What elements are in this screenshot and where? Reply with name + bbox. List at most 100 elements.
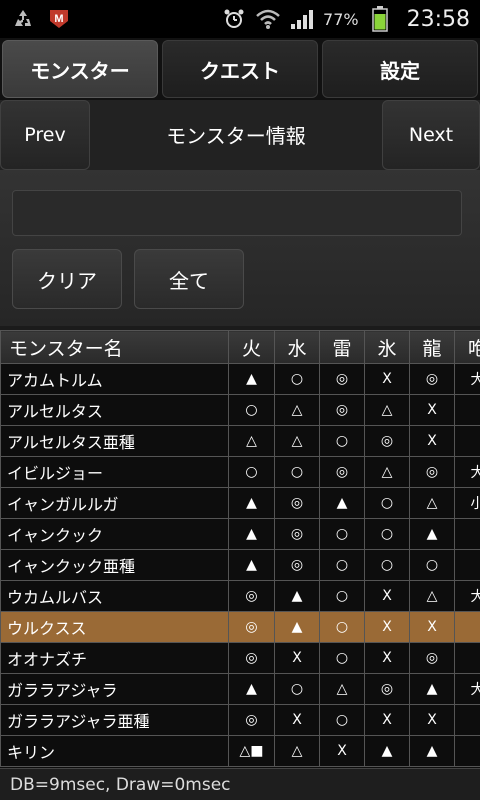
alarm-icon: [221, 7, 247, 31]
monster-name-cell: オオナズチ: [0, 642, 229, 674]
header-name[interactable]: モンスター名: [0, 330, 229, 364]
weakness-cell: [454, 518, 480, 550]
monster-table[interactable]: モンスター名 火 水 雷 氷 龍 咆 アカムトルム▲○◎X◎大アルセルタス○△◎…: [0, 330, 480, 768]
weakness-cell: △: [409, 487, 455, 519]
weakness-cell: [454, 425, 480, 457]
weakness-cell: 大: [454, 363, 480, 395]
battery-percent: 77%: [323, 9, 359, 29]
svg-text:M: M: [54, 13, 63, 25]
monster-name-cell: ウルクスス: [0, 611, 229, 643]
weakness-cell: X: [274, 642, 320, 674]
table-row[interactable]: イャンガルルガ▲◎▲○△小: [0, 487, 480, 519]
header-fire[interactable]: 火: [228, 330, 275, 364]
weakness-cell: ○: [319, 580, 365, 612]
prev-button[interactable]: Prev: [0, 100, 90, 170]
weakness-cell: ◎: [228, 611, 275, 643]
weakness-cell: X: [409, 704, 455, 736]
monster-name-cell: キリン: [0, 735, 229, 767]
all-button[interactable]: 全て: [134, 249, 244, 309]
table-row[interactable]: アルセルタス亜種 △ △ ○ ◎ X: [0, 425, 480, 457]
weakness-cell: △: [274, 394, 320, 426]
search-input[interactable]: [12, 190, 462, 236]
header-dragon[interactable]: 龍: [409, 330, 455, 364]
signal-icon: [289, 7, 315, 31]
weakness-cell: ○: [319, 549, 365, 581]
weakness-cell: ◎: [274, 518, 320, 550]
weakness-cell: X: [409, 611, 455, 643]
table-row[interactable]: イャンクック ▲ ◎ ○ ○ ▲: [0, 518, 480, 550]
weakness-cell: ▲: [274, 611, 320, 643]
debug-status: DB=9msec, Draw=0msec: [0, 768, 480, 800]
weakness-cell: ○: [274, 363, 320, 395]
tab-monster[interactable]: モンスター: [2, 40, 158, 98]
table-row[interactable]: ウルクスス ◎ ▲ ○ X X: [0, 611, 480, 643]
tab-bar: モンスター クエスト 設定: [0, 38, 480, 100]
battery-icon: [367, 6, 393, 32]
weakness-cell: X: [364, 642, 410, 674]
weakness-cell: [454, 549, 480, 581]
weakness-cell: X: [364, 704, 410, 736]
table-row[interactable]: イャンクック亜種 ▲ ◎ ○ ○ ○: [0, 549, 480, 581]
weakness-cell: 大: [454, 580, 480, 612]
weakness-cell: ◎: [274, 549, 320, 581]
monster-name-cell: イビルジョー: [0, 456, 229, 488]
weakness-cell: X: [364, 611, 410, 643]
weakness-cell: ▲: [228, 673, 275, 705]
table-row[interactable]: キリン △■ △ X ▲ ▲: [0, 735, 480, 767]
weakness-cell: △■: [228, 735, 275, 767]
monster-name-cell: イャンガルルガ: [0, 487, 229, 519]
weakness-cell: ▲: [274, 580, 320, 612]
weakness-cell: ○: [364, 518, 410, 550]
weakness-cell: X: [409, 394, 455, 426]
clear-button[interactable]: クリア: [12, 249, 122, 309]
weakness-cell: ▲: [228, 363, 275, 395]
weakness-cell: △: [364, 456, 410, 488]
wifi-icon: [255, 7, 281, 31]
header-water[interactable]: 水: [274, 330, 320, 364]
weakness-cell: ◎: [319, 394, 365, 426]
weakness-cell: △: [228, 425, 275, 457]
tab-quest[interactable]: クエスト: [162, 40, 318, 98]
weakness-cell: [454, 704, 480, 736]
monster-name-cell: アカムトルム: [0, 363, 229, 395]
table-row[interactable]: ウカムルバス◎▲○X△大: [0, 580, 480, 612]
weakness-cell: ▲: [228, 518, 275, 550]
weakness-cell: ○: [364, 487, 410, 519]
weakness-cell: ○: [274, 456, 320, 488]
table-row[interactable]: オオナズチ ◎ X ○ X ◎: [0, 642, 480, 674]
weakness-cell: ◎: [228, 580, 275, 612]
weakness-cell: 大: [454, 456, 480, 488]
weakness-cell: ▲: [409, 518, 455, 550]
header-roar[interactable]: 咆: [454, 330, 480, 364]
weakness-cell: ◎: [364, 673, 410, 705]
table-row[interactable]: アルセルタス ○ △ ◎ △ X: [0, 394, 480, 426]
status-bar: M 77% 23:58: [0, 0, 480, 38]
weakness-cell: ◎: [364, 425, 410, 457]
weakness-cell: [454, 735, 480, 767]
header-thunder[interactable]: 雷: [319, 330, 365, 364]
weakness-cell: ○: [319, 611, 365, 643]
weakness-cell: ▲: [409, 673, 455, 705]
weakness-cell: ▲: [319, 487, 365, 519]
monster-name-cell: ガララアジャラ: [0, 673, 229, 705]
table-row[interactable]: ガララアジャラ▲○△◎▲大: [0, 673, 480, 705]
table-header: モンスター名 火 水 雷 氷 龍 咆: [0, 330, 480, 364]
nav-bar: Prev モンスター情報 Next: [0, 100, 480, 170]
monster-name-cell: イャンクック亜種: [0, 549, 229, 581]
weakness-cell: X: [319, 735, 365, 767]
page-title: モンスター情報: [166, 123, 306, 148]
header-ice[interactable]: 氷: [364, 330, 410, 364]
weakness-cell: ○: [319, 425, 365, 457]
next-button[interactable]: Next: [382, 100, 480, 170]
weakness-cell: ◎: [228, 704, 275, 736]
table-row[interactable]: アカムトルム▲○◎X◎大: [0, 363, 480, 395]
tab-settings[interactable]: 設定: [322, 40, 478, 98]
weakness-cell: ○: [274, 673, 320, 705]
table-row[interactable]: ガララアジャラ亜種 ◎ X ○ X X: [0, 704, 480, 736]
weakness-cell: ◎: [409, 642, 455, 674]
weakness-cell: X: [409, 425, 455, 457]
table-row[interactable]: イビルジョー○○◎△◎大: [0, 456, 480, 488]
weakness-cell: ◎: [228, 642, 275, 674]
weakness-cell: X: [364, 580, 410, 612]
weakness-cell: [454, 642, 480, 674]
